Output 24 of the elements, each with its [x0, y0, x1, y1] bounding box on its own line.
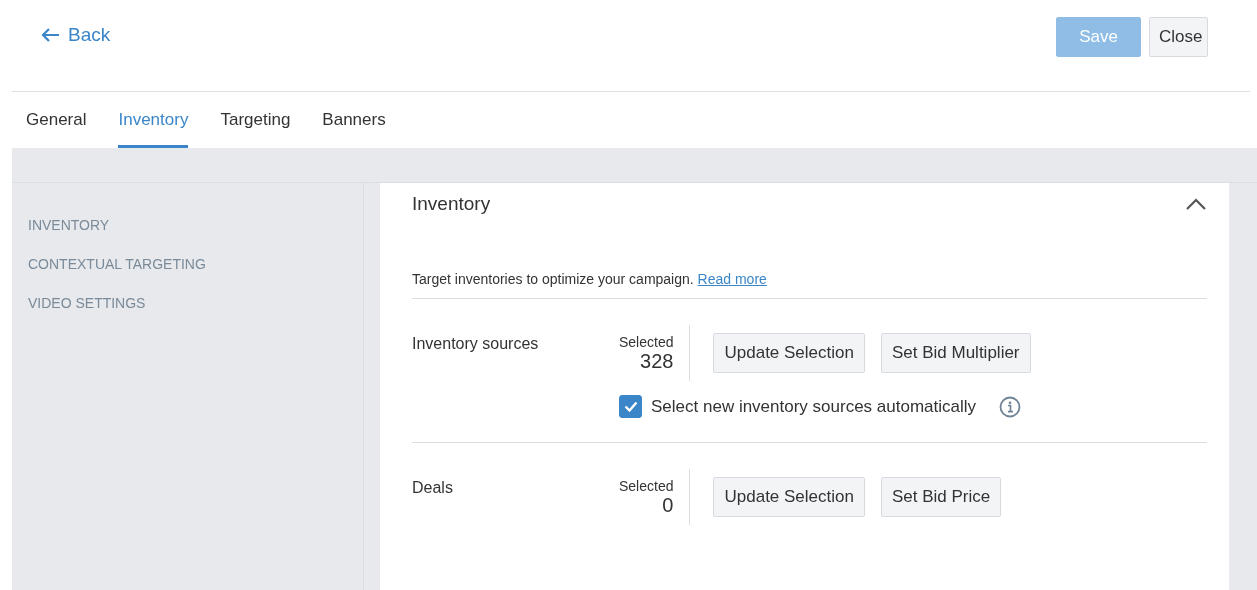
check-icon	[623, 401, 638, 412]
collapse-chevron-icon[interactable]	[1185, 197, 1207, 211]
count-label: Selected	[619, 333, 674, 350]
info-icon[interactable]	[999, 395, 1022, 418]
count-value: 0	[661, 493, 674, 517]
tab[interactable]: General	[26, 92, 87, 148]
description: Target inventories to optimize your campaign. Read more	[412, 271, 1207, 299]
count-value: 328	[639, 349, 674, 373]
checkbox[interactable]	[619, 395, 642, 418]
action-button[interactable]: Set Bid Price	[880, 477, 1002, 517]
tab[interactable]: Targeting	[220, 92, 291, 148]
count-label: Selected	[619, 477, 674, 494]
action-button[interactable]: Update Selection	[713, 477, 865, 517]
row-label: Inventory sources	[412, 334, 540, 354]
back-link[interactable]: Back	[40, 24, 111, 46]
close-button[interactable]: Close	[1149, 17, 1208, 57]
action-button[interactable]: Set Bid Multiplier	[880, 333, 1031, 373]
left-arrow-icon	[40, 27, 60, 43]
action-button[interactable]: Update Selection	[713, 333, 865, 373]
read-more-link[interactable]: Read more	[697, 271, 767, 287]
tab[interactable]: Banners	[322, 92, 386, 148]
checkbox-label: Select new inventory sources automatically	[651, 396, 977, 417]
row-label: Deals	[412, 478, 454, 498]
section-title: Inventory	[412, 193, 491, 215]
